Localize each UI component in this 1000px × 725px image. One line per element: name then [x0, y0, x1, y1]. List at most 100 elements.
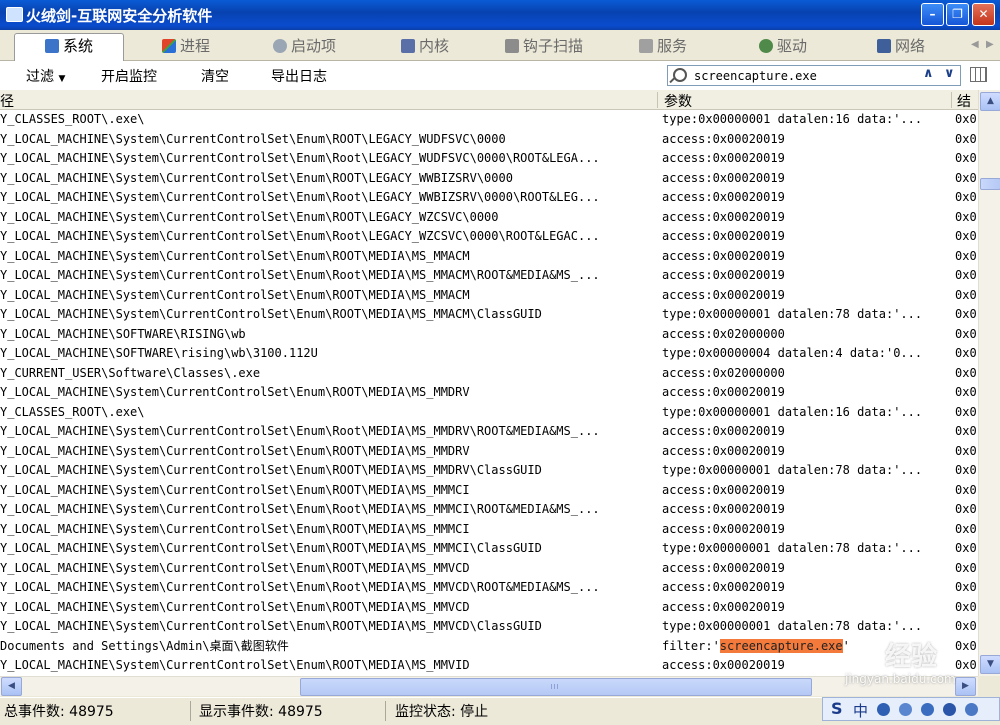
- cell-params: access:0x00020019: [662, 482, 785, 497]
- tab-process[interactable]: 进程: [162, 34, 210, 60]
- table-row[interactable]: Y_LOCAL_MACHINE\System\CurrentControlSet…: [0, 539, 978, 559]
- table-row[interactable]: Y_LOCAL_MACHINE\System\CurrentControlSet…: [0, 559, 978, 579]
- dropdown-arrow-icon: ▼: [58, 74, 66, 84]
- scroll-up-button[interactable]: ▲: [980, 92, 1000, 111]
- tab-startup[interactable]: 启动项: [273, 34, 336, 60]
- table-row[interactable]: Y_LOCAL_MACHINE\System\CurrentControlSet…: [0, 520, 978, 540]
- filter-button[interactable]: 过滤 ▼: [26, 66, 65, 86]
- table-row[interactable]: Y_LOCAL_MACHINE\System\CurrentControlSet…: [0, 286, 978, 306]
- column-settings-icon[interactable]: [970, 67, 987, 82]
- tab-drivers[interactable]: 驱动: [759, 34, 807, 60]
- cell-params: type:0x00000004 datalen:4 data:'0...: [662, 346, 923, 360]
- table-row[interactable]: Y_CLASSES_ROOT\.exe\ type:0x00000001 data…: [0, 403, 978, 423]
- cell-result: 0x0: [955, 170, 977, 185]
- table-row[interactable]: Y_LOCAL_MACHINE\System\CurrentControlSet…: [0, 578, 978, 598]
- cell-result: 0x0: [955, 580, 977, 594]
- close-button[interactable]: ✕: [972, 3, 995, 26]
- table-row[interactable]: Y_LOCAL_MACHINE\System\CurrentControlSet…: [0, 227, 978, 247]
- search-input[interactable]: [694, 67, 890, 84]
- cell-path: Y_LOCAL_MACHINE\SOFTWARE\RISING\wb: [0, 326, 246, 341]
- vertical-scroll-thumb[interactable]: [980, 178, 1000, 190]
- tab-network[interactable]: 网络: [877, 34, 925, 60]
- export-log-button[interactable]: 导出日志: [271, 66, 327, 86]
- gear-icon: [273, 39, 287, 53]
- table-row[interactable]: Y_LOCAL_MACHINE\System\CurrentControlSet…: [0, 598, 978, 618]
- tab-scroll-left-icon[interactable]: ◀: [971, 39, 979, 50]
- table-row[interactable]: Y_LOCAL_MACHINE\SOFTWARE\RISING\wb access…: [0, 325, 978, 345]
- tab-system[interactable]: 系统: [14, 33, 124, 61]
- table-row[interactable]: Y_LOCAL_MACHINE\System\CurrentControlSet…: [0, 500, 978, 520]
- column-divider[interactable]: [951, 92, 952, 108]
- start-monitor-button[interactable]: 开启监控: [101, 66, 157, 86]
- table-row[interactable]: Y_LOCAL_MACHINE\System\CurrentControlSet…: [0, 188, 978, 208]
- minimize-button[interactable]: –: [921, 3, 944, 26]
- cell-params: type:0x00000001 datalen:78 data:'...: [662, 619, 923, 633]
- cell-path: Y_LOCAL_MACHINE\System\CurrentControlSet…: [0, 268, 600, 282]
- clear-button[interactable]: 清空: [201, 66, 229, 86]
- table-row[interactable]: Y_LOCAL_MACHINE\System\CurrentControlSet…: [0, 208, 978, 228]
- tab-hook-scan[interactable]: 钩子扫描: [505, 34, 583, 60]
- cell-result: 0x0: [955, 209, 977, 224]
- cell-params: access:0x00020019: [662, 560, 785, 575]
- cell-result: 0x0: [955, 131, 977, 146]
- tab-services[interactable]: 服务: [639, 34, 687, 60]
- scroll-left-button[interactable]: ◀: [1, 677, 22, 696]
- ime-toolbar[interactable]: S 中: [822, 697, 1000, 721]
- table-row[interactable]: Y_LOCAL_MACHINE\System\CurrentControlSet…: [0, 149, 978, 169]
- cell-params: access:0x00020019: [662, 443, 785, 458]
- ime-mode[interactable]: 中: [853, 700, 868, 721]
- table-row[interactable]: Documents and Settings\Admin\桌面\截图软件 filt…: [0, 637, 978, 657]
- table-row[interactable]: Y_LOCAL_MACHINE\System\CurrentControlSet…: [0, 266, 978, 286]
- table-row[interactable]: Y_LOCAL_MACHINE\System\CurrentControlSet…: [0, 656, 978, 676]
- table-row[interactable]: Y_LOCAL_MACHINE\System\CurrentControlSet…: [0, 617, 978, 637]
- cell-params: access:0x00020019: [662, 658, 785, 672]
- table-row[interactable]: Y_LOCAL_MACHINE\System\CurrentControlSet…: [0, 130, 978, 150]
- cell-result: 0x0: [955, 268, 977, 282]
- total-events: 总事件数: 48975: [4, 704, 114, 720]
- cell-path: Y_LOCAL_MACHINE\System\CurrentControlSet…: [0, 541, 542, 555]
- tab-label: 网络: [895, 37, 926, 55]
- status-divider: [190, 701, 191, 721]
- cell-params: access:0x00020019: [662, 170, 785, 185]
- skin-icon[interactable]: [943, 703, 956, 716]
- table-row[interactable]: Y_LOCAL_MACHINE\System\CurrentControlSet…: [0, 422, 978, 442]
- cell-params: access:0x00020019: [662, 229, 785, 243]
- horizontal-scroll-thumb[interactable]: [300, 678, 812, 696]
- cell-result: 0x0: [955, 385, 977, 399]
- column-divider[interactable]: [657, 92, 658, 108]
- cell-path: Y_LOCAL_MACHINE\System\CurrentControlSet…: [0, 443, 470, 458]
- horizontal-scrollbar[interactable]: ◀ ▶: [0, 676, 978, 696]
- column-header-params[interactable]: 参数: [664, 91, 692, 111]
- tab-label: 系统: [63, 37, 94, 55]
- keyboard-icon[interactable]: [921, 703, 934, 716]
- search-match-highlight: screencapture.exe: [719, 638, 843, 653]
- table-row[interactable]: Y_LOCAL_MACHINE\System\CurrentControlSet…: [0, 461, 978, 481]
- maximize-button[interactable]: ❐: [946, 3, 969, 26]
- table-row[interactable]: Y_LOCAL_MACHINE\System\CurrentControlSet…: [0, 169, 978, 189]
- table-row[interactable]: Y_CURRENT_USER\Software\Classes\.exe acce…: [0, 364, 978, 384]
- tools-icon[interactable]: [965, 703, 978, 716]
- cell-params: type:0x00000001 datalen:78 data:'...: [662, 307, 923, 321]
- column-header-path[interactable]: 径: [0, 91, 14, 111]
- tab-kernel[interactable]: 内核: [401, 34, 449, 60]
- vertical-scrollbar[interactable]: ▲ ▼: [978, 90, 1000, 676]
- column-header-result[interactable]: 结: [957, 91, 971, 111]
- tab-scroll-right-icon[interactable]: ▶: [986, 39, 994, 50]
- table-row[interactable]: Y_LOCAL_MACHINE\SOFTWARE\rising\wb\3100.…: [0, 344, 978, 364]
- search-next-button[interactable]: ∨: [944, 66, 955, 81]
- table-row[interactable]: Y_LOCAL_MACHINE\System\CurrentControlSet…: [0, 305, 978, 325]
- punctuation-icon[interactable]: [899, 703, 912, 716]
- cell-result: 0x0: [955, 151, 977, 165]
- cell-path: Y_LOCAL_MACHINE\System\CurrentControlSet…: [0, 229, 600, 243]
- table-row[interactable]: Y_CLASSES_ROOT\.exe\ type:0x00000001 data…: [0, 110, 978, 130]
- table-row[interactable]: Y_LOCAL_MACHINE\System\CurrentControlSet…: [0, 247, 978, 267]
- table-row[interactable]: Y_LOCAL_MACHINE\System\CurrentControlSet…: [0, 481, 978, 501]
- scroll-down-button[interactable]: ▼: [980, 655, 1000, 674]
- scroll-right-button[interactable]: ▶: [955, 677, 976, 696]
- monitor-state: 监控状态: 停止: [395, 704, 489, 720]
- app-icon: [6, 7, 23, 22]
- moon-icon[interactable]: [877, 703, 890, 716]
- table-row[interactable]: Y_LOCAL_MACHINE\System\CurrentControlSet…: [0, 383, 978, 403]
- search-prev-button[interactable]: ∧: [923, 66, 934, 81]
- table-row[interactable]: Y_LOCAL_MACHINE\System\CurrentControlSet…: [0, 442, 978, 462]
